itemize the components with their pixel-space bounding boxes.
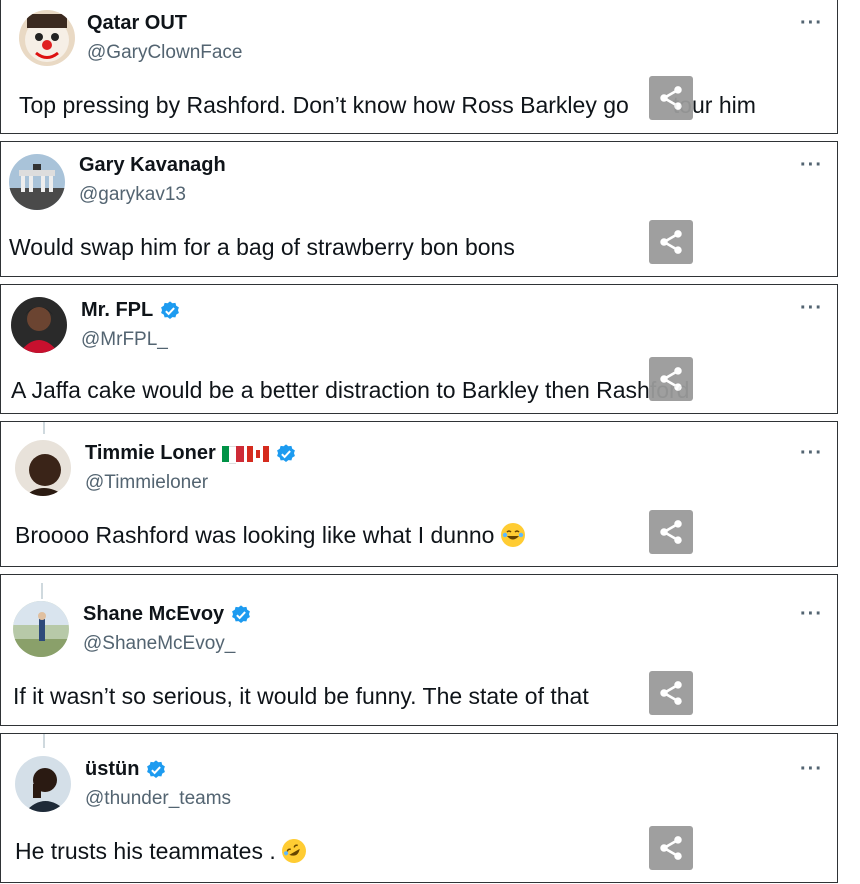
flag-emojis (221, 445, 269, 464)
verified-badge-icon (275, 443, 297, 465)
author-name[interactable]: Gary Kavanagh (79, 154, 226, 177)
author-name[interactable]: Timmie Loner (85, 442, 216, 465)
tweet-text: He trusts his teammates . (15, 834, 311, 868)
share-icon (660, 86, 682, 110)
tweet-text: If it wasn’t so serious, it would be fun… (13, 683, 589, 709)
share-button[interactable] (649, 76, 693, 120)
rolling-laughing-emoji (277, 834, 311, 868)
thinking-person-avatar[interactable] (15, 756, 71, 812)
tweet-card[interactable]: Mr. FPL @MrFPL_ ··· A Jaffa cake would b… (0, 284, 838, 414)
more-options-icon[interactable]: ··· (800, 13, 823, 33)
share-button[interactable] (649, 357, 693, 401)
canada-flag-icon (246, 445, 269, 462)
thread-connector (43, 422, 45, 434)
tweet-text: Top pressing by Rashford. Don’t know how… (19, 92, 756, 118)
author-handle[interactable]: @GaryClownFace (87, 42, 243, 64)
share-button[interactable] (649, 826, 693, 870)
more-options-icon[interactable]: ··· (800, 155, 823, 175)
share-icon (660, 681, 682, 705)
more-options-icon[interactable]: ··· (800, 298, 823, 318)
more-options-icon[interactable]: ··· (800, 443, 823, 463)
clown-face-avatar[interactable] (19, 10, 75, 66)
tweet-card[interactable]: üstün @thunder_teams ··· He trusts his t… (0, 733, 838, 883)
tweet-text: A Jaffa cake would be a better distracti… (11, 377, 690, 403)
author-name[interactable]: Mr. FPL (81, 299, 153, 322)
more-options-icon[interactable]: ··· (800, 604, 823, 624)
author-handle[interactable]: @Timmieloner (85, 472, 208, 494)
author-handle[interactable]: @MrFPL_ (81, 329, 168, 351)
share-icon (660, 367, 682, 391)
tweet-card[interactable]: Timmie Loner @Timmieloner ··· Broooo Ras… (0, 421, 838, 567)
author-name[interactable]: Qatar OUT (87, 12, 187, 35)
outdoor-person-avatar[interactable] (13, 601, 69, 657)
thread-connector (41, 583, 43, 599)
share-icon (660, 520, 682, 544)
author-name[interactable]: üstün (85, 758, 139, 781)
verified-badge-icon (159, 300, 181, 322)
tweet-text: Broooo Rashford was looking like what I … (15, 522, 525, 549)
tweet-card[interactable]: Shane McEvoy @ShaneMcEvoy_ ··· If it was… (0, 574, 838, 726)
more-options-icon[interactable]: ··· (800, 759, 823, 779)
italy-flag-icon (221, 445, 244, 464)
share-button[interactable] (649, 510, 693, 554)
author-handle[interactable]: @garykav13 (79, 184, 186, 206)
tweet-card[interactable]: Qatar OUT @GaryClownFace ··· Top pressin… (0, 0, 838, 134)
landmark-gate-avatar[interactable] (9, 154, 65, 210)
share-icon (660, 836, 682, 860)
tears-of-joy-emoji (500, 523, 525, 547)
thread-connector (43, 734, 45, 748)
author-handle[interactable]: @ShaneMcEvoy_ (83, 633, 235, 655)
share-icon (660, 230, 682, 254)
tweet-text: Would swap him for a bag of strawberry b… (9, 234, 515, 260)
verified-badge-icon (230, 604, 252, 626)
author-name[interactable]: Shane McEvoy (83, 603, 224, 626)
share-button[interactable] (649, 220, 693, 264)
profile-avatar[interactable] (15, 440, 71, 496)
verified-badge-icon (145, 759, 167, 781)
player-avatar[interactable] (11, 297, 67, 353)
tweet-card[interactable]: Gary Kavanagh @garykav13 ··· Would swap … (0, 141, 838, 277)
author-handle[interactable]: @thunder_teams (85, 788, 231, 810)
share-button[interactable] (649, 671, 693, 715)
